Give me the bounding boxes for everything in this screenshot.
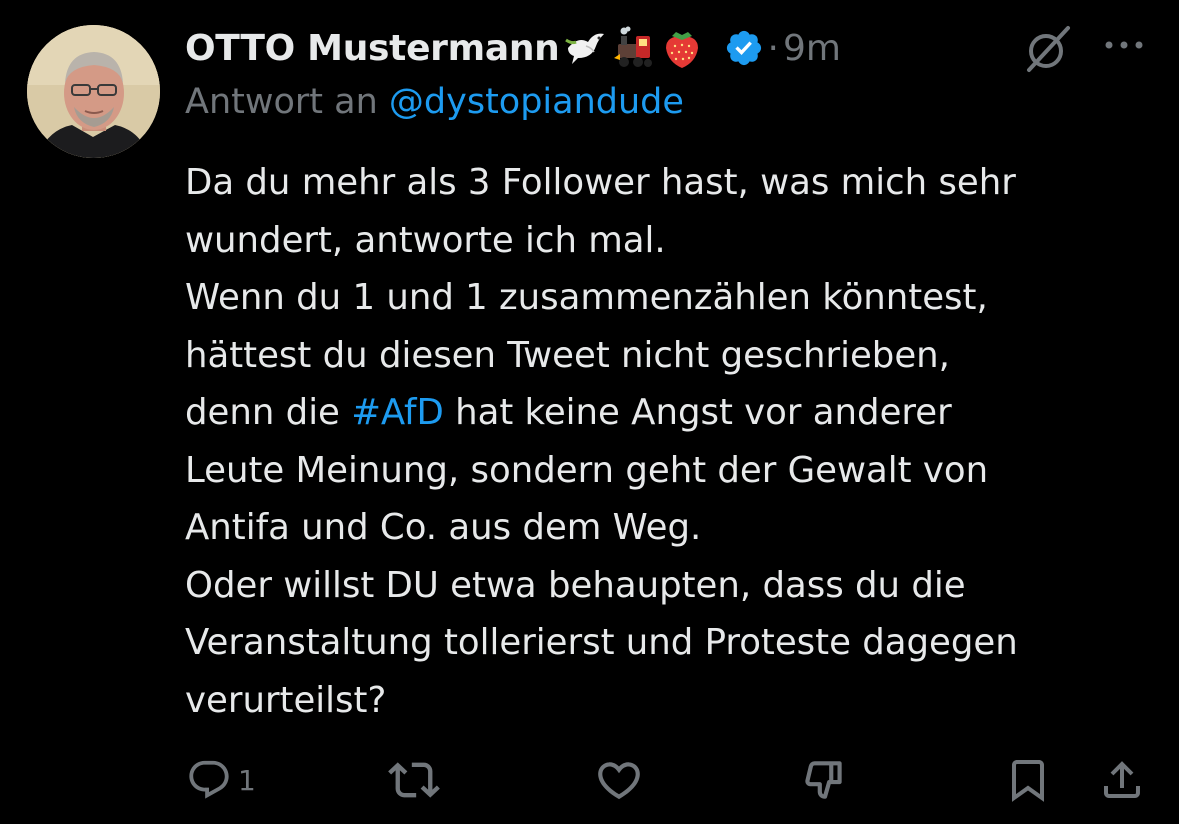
downvote-button[interactable] [800, 752, 850, 808]
reply-icon [189, 760, 229, 799]
tweet-header: OTTO Mustermann · 9m [185, 20, 841, 76]
tweet-text-line: wundert, antworte ich mal. [185, 219, 666, 261]
dove-icon [564, 26, 608, 70]
strawberry-icon [660, 26, 704, 70]
tweet-text-line: Veranstaltung tollerierst und Proteste d… [185, 622, 1018, 663]
reply-prefix: Antwort an [185, 82, 378, 122]
reply-context: Antwort an @dystopiandude [185, 82, 684, 122]
tweet-text-line: Oder willst DU etwa behaupten, dass du d… [185, 564, 966, 606]
avatar-photo-icon [27, 25, 160, 158]
reply-handle-link[interactable]: @dystopiandude [389, 82, 684, 122]
tweet-text-line: Wenn du 1 und 1 zusammenzählen könntest, [185, 277, 988, 318]
tweet-text-line: Antifa und Co. aus dem Weg. [185, 507, 702, 548]
verified-badge-icon[interactable] [724, 28, 764, 68]
downvote-icon [805, 761, 842, 799]
bookmark-button[interactable] [1004, 752, 1052, 808]
tweet[interactable]: OTTO Mustermann · 9m Antwort an @dystopi… [0, 0, 1179, 824]
share-icon [1104, 761, 1140, 798]
like-icon [598, 762, 640, 800]
more-options-icon[interactable] [1100, 30, 1148, 60]
tweet-text-fragment: hat keine Angst vor anderer [443, 392, 952, 433]
tweet-text-line-hashtag: denn die #AfD hat keine Angst vor andere… [185, 384, 1150, 442]
tweet-text-fragment: denn die [185, 392, 352, 433]
repost-button[interactable] [388, 752, 440, 808]
tweet-text-line: hättest du diesen Tweet nicht geschriebe… [185, 334, 950, 376]
tweet-text-line: verurteilst? [185, 679, 387, 721]
repost-icon [388, 762, 440, 798]
bookmark-icon [1012, 760, 1044, 802]
reply-count: 1 [238, 763, 256, 797]
hashtag-link[interactable]: #AfD [351, 392, 444, 433]
author-name[interactable]: OTTO Mustermann [185, 28, 560, 69]
timestamp[interactable]: 9m [783, 28, 841, 69]
header-separator: · [767, 27, 779, 69]
tweet-text-line: Leute Meinung, sondern geht der Gewalt v… [185, 449, 989, 491]
avatar[interactable] [27, 25, 160, 158]
share-button[interactable] [1098, 752, 1146, 808]
reply-button[interactable]: 1 [186, 752, 256, 808]
grok-icon[interactable] [1024, 24, 1074, 74]
like-button[interactable] [594, 752, 644, 808]
tweet-text: Da du mehr als 3 Follower hast, was mich… [185, 154, 1150, 729]
tweet-text-line: Da du mehr als 3 Follower hast, was mich… [185, 162, 1016, 203]
locomotive-icon [612, 26, 656, 70]
